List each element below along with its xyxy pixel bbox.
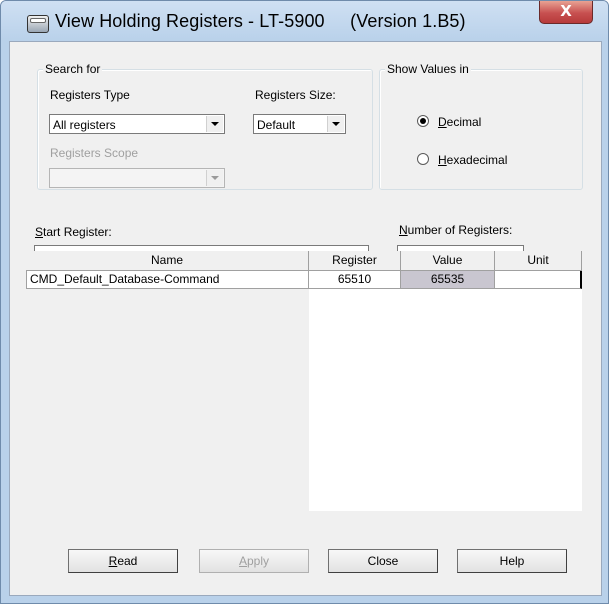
registers-scope-label: Registers Scope	[50, 146, 139, 160]
window-title: View Holding Registers - LT-5900 (Versio…	[55, 11, 466, 31]
decimal-rest: ecimal	[446, 115, 482, 129]
decimal-radio-label[interactable]: Decimal	[438, 115, 481, 129]
help-button[interactable]: Help	[457, 549, 567, 573]
database-icon	[27, 15, 49, 33]
read-button[interactable]: Read	[68, 549, 178, 573]
registers-size-label: Registers Size:	[255, 88, 336, 102]
cell-unit[interactable]	[495, 271, 582, 289]
column-header-value[interactable]: Value	[401, 251, 495, 271]
registers-type-select[interactable]: All registers	[49, 114, 225, 134]
decimal-hotkey: D	[438, 115, 447, 129]
decimal-radio[interactable]	[417, 115, 429, 127]
read-hotkey: R	[108, 554, 118, 568]
cell-name[interactable]: CMD_Default_Database-Command	[26, 271, 309, 289]
column-header-name[interactable]: Name	[26, 251, 309, 271]
registers-type-label: Registers Type	[50, 88, 130, 102]
show-values-label: Show Values in	[385, 62, 471, 76]
registers-scope-select[interactable]	[49, 168, 225, 188]
registers-size-value: Default	[257, 118, 296, 132]
chevron-down-icon[interactable]	[206, 116, 223, 132]
number-of-registers-label: Number of Registers:	[399, 223, 512, 237]
hexadecimal-radio[interactable]	[417, 153, 429, 165]
apply-button[interactable]: Apply	[199, 549, 309, 573]
chevron-down-icon[interactable]	[327, 116, 344, 132]
registers-type-value: All registers	[53, 118, 116, 132]
title-bar[interactable]: View Holding Registers - LT-5900 (Versio…	[1, 1, 608, 41]
show-values-group: Show Values in	[379, 62, 583, 190]
hexadecimal-radio-label[interactable]: Hexadecimal	[438, 153, 507, 167]
apply-rest: pply	[247, 554, 270, 568]
chevron-down-icon[interactable]	[206, 170, 223, 186]
start-register-hotkey: S	[35, 225, 44, 239]
read-rest: ead	[117, 554, 138, 568]
registers-size-select[interactable]: Default	[253, 114, 346, 134]
cell-value[interactable]: 65535	[401, 271, 495, 289]
close-window-button[interactable]: X	[539, 1, 593, 24]
hexadecimal-hotkey: H	[438, 153, 447, 167]
apply-hotkey: A	[238, 554, 247, 568]
hexadecimal-rest: exadecimal	[446, 153, 508, 167]
grid-empty-area	[309, 287, 582, 511]
column-header-register[interactable]: Register	[309, 251, 401, 271]
number-of-registers-rest: umber of Registers:	[407, 223, 513, 237]
registers-grid[interactable]: Name Register Value Unit CMD_Default_Dat…	[26, 251, 582, 511]
search-for-label: Search for	[43, 62, 103, 76]
dialog-window: View Holding Registers - LT-5900 (Versio…	[0, 0, 609, 604]
start-register-rest: tart Register:	[43, 225, 112, 239]
number-of-registers-hotkey: N	[399, 223, 408, 237]
cell-register[interactable]: 65510	[309, 271, 401, 289]
start-register-label: Start Register:	[35, 225, 112, 239]
column-header-unit[interactable]: Unit	[495, 251, 582, 271]
close-button[interactable]: Close	[328, 549, 438, 573]
